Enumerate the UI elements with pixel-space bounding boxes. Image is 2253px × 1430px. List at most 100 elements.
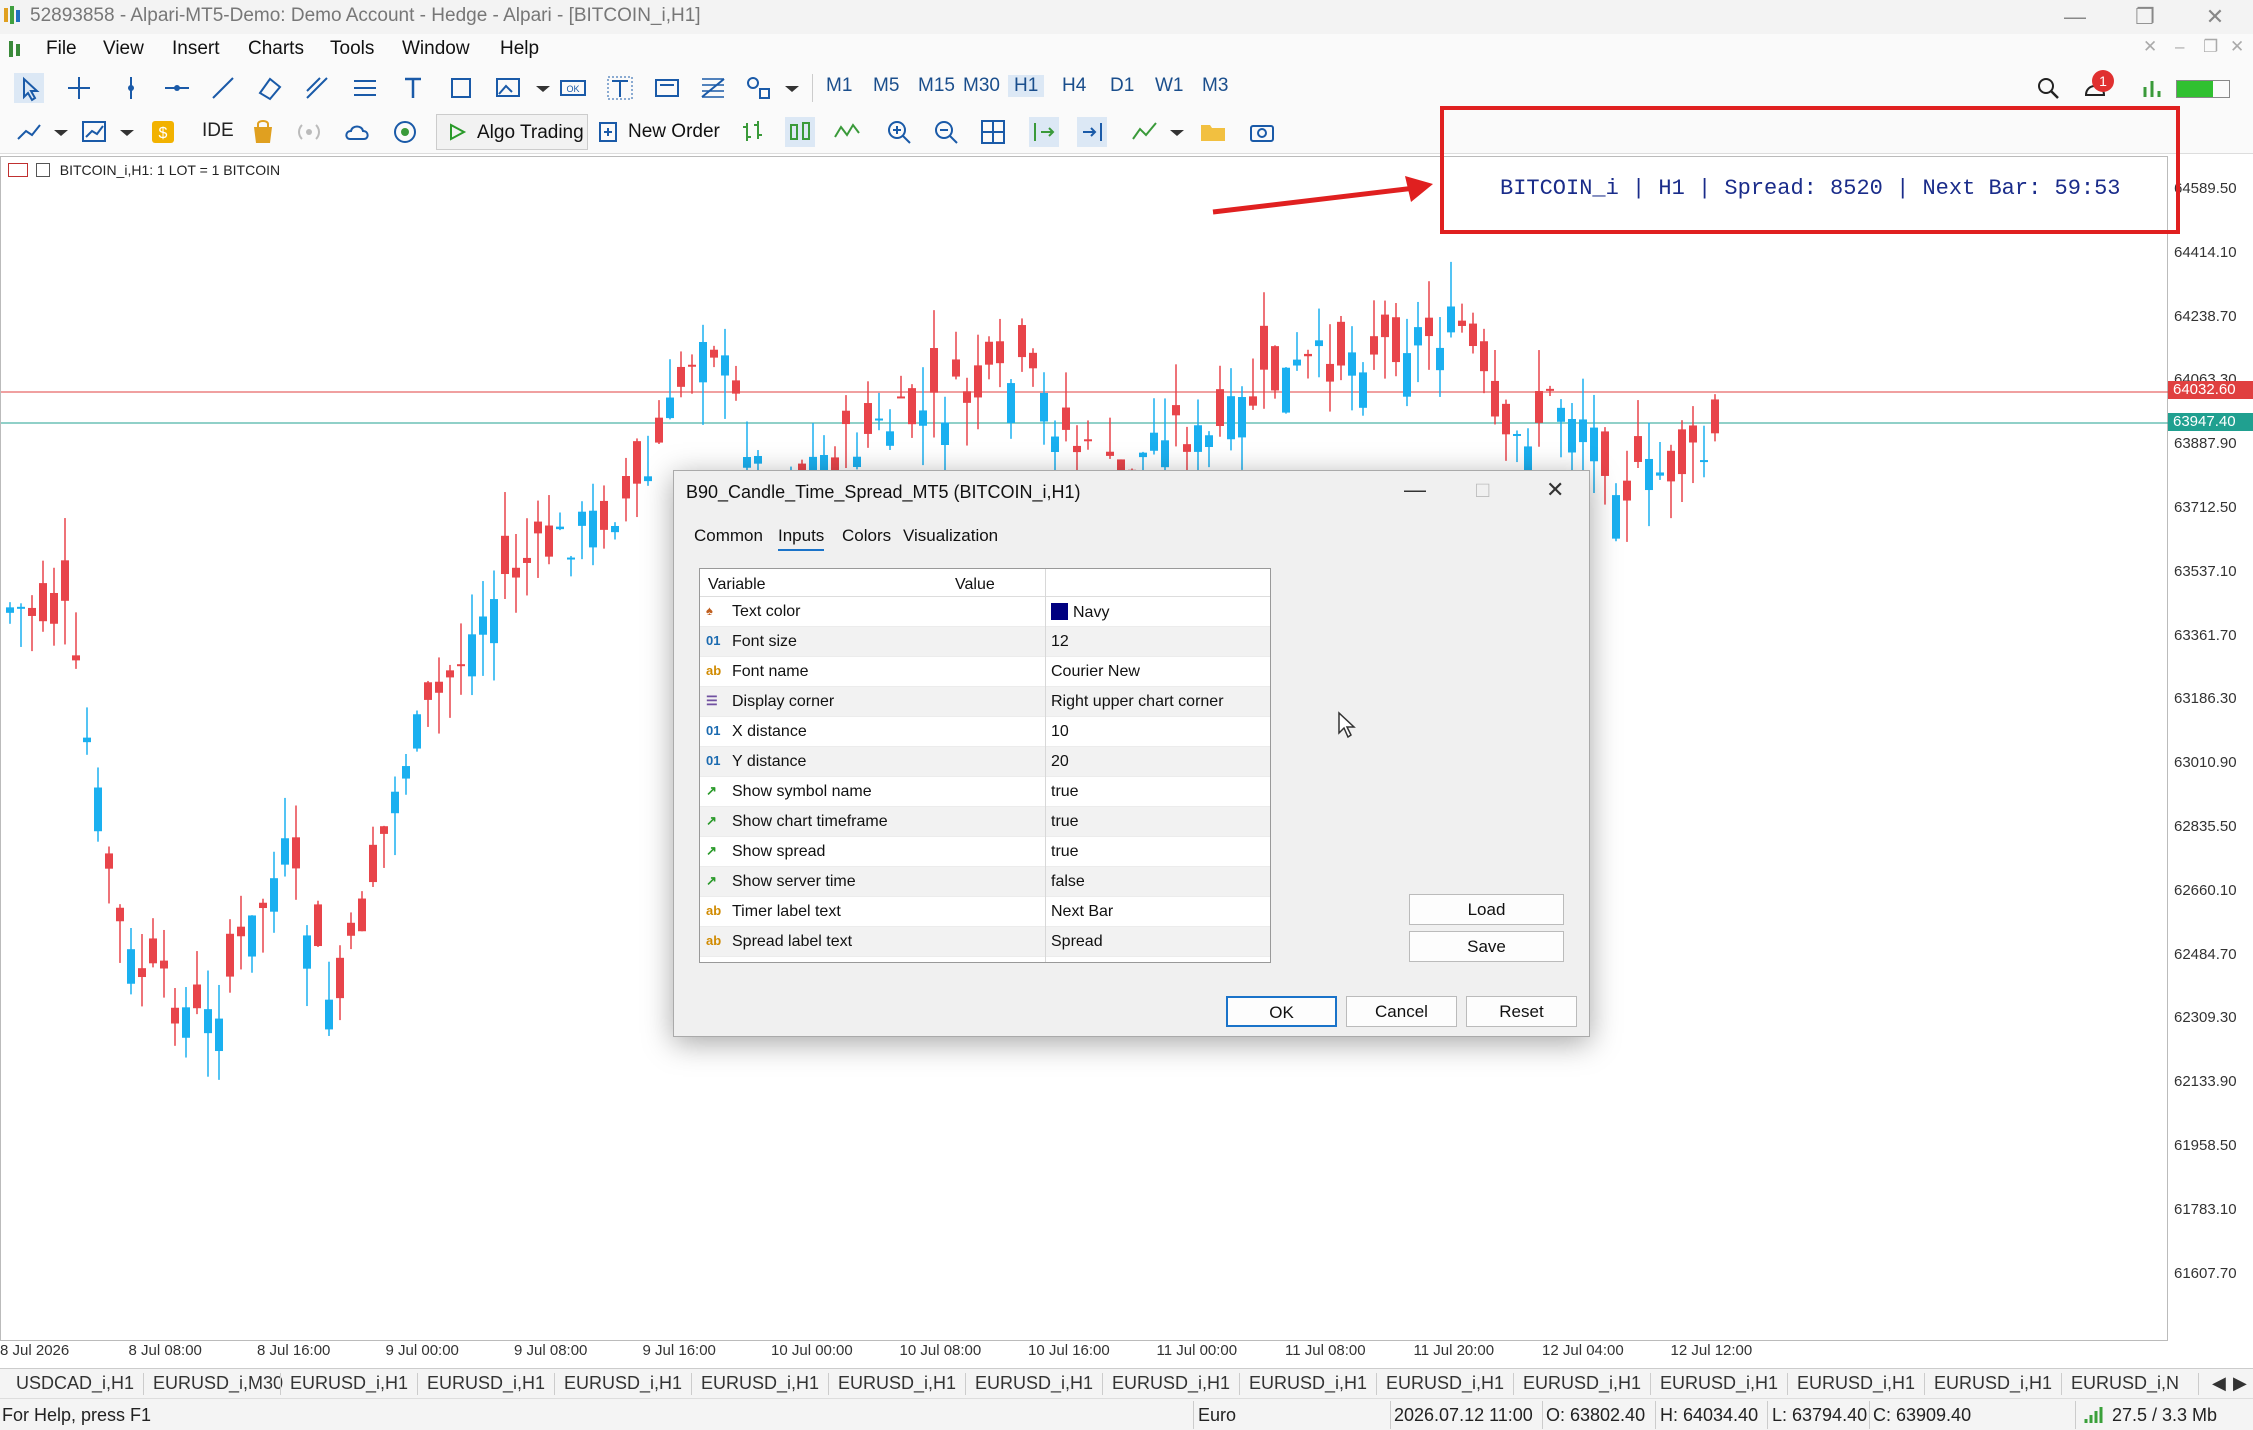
tab-scroll-left-icon[interactable]: ◀	[2212, 1373, 2226, 1394]
timeframe-m15[interactable]: M15	[918, 75, 955, 97]
timeframe-d1[interactable]: D1	[1110, 75, 1134, 97]
input-row[interactable]: ↗ Show server time false	[700, 867, 1270, 897]
price-axis[interactable]: 64589.50 64414.10 64238.70 64063.30 63887.90…	[2168, 156, 2253, 1341]
profile-name[interactable]: Euro	[1198, 1405, 1236, 1426]
chevron-down-icon[interactable]	[1162, 117, 1192, 147]
input-value[interactable]: Next Bar	[1051, 903, 1113, 921]
new-order-button[interactable]: New Order	[596, 114, 720, 150]
shop-icon[interactable]	[248, 117, 278, 147]
text-icon[interactable]	[398, 73, 428, 103]
bar-chart-icon[interactable]	[738, 117, 768, 147]
chart-tab[interactable]: EURUSD_i,H1	[427, 1373, 545, 1394]
input-value[interactable]: true	[1051, 783, 1079, 801]
ide-button[interactable]: IDE	[202, 120, 234, 142]
minimize-icon[interactable]: —	[2055, 2, 2095, 32]
input-value[interactable]: 20	[1051, 753, 1069, 771]
chart-tab[interactable]: EURUSD_i,M30	[153, 1373, 283, 1394]
templates-folder-icon[interactable]	[1198, 117, 1228, 147]
chevron-down-icon[interactable]	[112, 117, 142, 147]
chevron-down-icon[interactable]	[528, 73, 558, 103]
chevron-down-icon[interactable]	[777, 73, 807, 103]
line-chart-icon[interactable]	[832, 117, 862, 147]
vps-cloud-icon[interactable]	[342, 117, 372, 147]
timeframe-m5[interactable]: M5	[873, 75, 899, 97]
image-icon[interactable]	[494, 73, 524, 103]
indicators-icon[interactable]	[14, 117, 44, 147]
cancel-button[interactable]: Cancel	[1346, 996, 1457, 1027]
market-icon[interactable]: $	[148, 117, 178, 147]
menu-window[interactable]: Window	[402, 38, 470, 60]
input-row[interactable]: ↗ Show spread true	[700, 837, 1270, 867]
input-row[interactable]: ☰ Display corner Right upper chart corner	[700, 687, 1270, 717]
input-row[interactable]: ab Spread label text Spread	[700, 927, 1270, 957]
input-value[interactable]: Navy	[1051, 603, 1109, 622]
menu-file[interactable]: File	[46, 38, 77, 60]
chevron-down-icon[interactable]	[46, 117, 76, 147]
tile-windows-icon[interactable]	[978, 117, 1008, 147]
ok-button[interactable]: OK	[1226, 996, 1337, 1027]
crosshair-icon[interactable]	[64, 73, 94, 103]
new-chart-icon[interactable]	[80, 117, 110, 147]
rectangle-label-icon[interactable]	[652, 73, 682, 103]
chart-tab[interactable]: USDCAD_i,H1	[16, 1373, 134, 1394]
input-value[interactable]: Right upper chart corner	[1051, 693, 1224, 711]
channel-icon[interactable]	[255, 73, 285, 103]
input-row[interactable]: ↗ Show chart timeframe true	[700, 807, 1270, 837]
gann-icon[interactable]	[698, 73, 728, 103]
chart-tab[interactable]: EURUSD_i,H1	[975, 1373, 1093, 1394]
timeframe-w1[interactable]: W1	[1155, 75, 1184, 97]
cursor-icon[interactable]	[14, 73, 44, 103]
input-row[interactable]: ↗ Show symbol name true	[700, 777, 1270, 807]
timeframe-m30[interactable]: M30	[963, 75, 1000, 97]
mdi-minimize-icon[interactable]: –	[2175, 37, 2184, 57]
text-label-icon[interactable]	[605, 73, 635, 103]
input-row[interactable]: ab Timer label text Next Bar	[700, 897, 1270, 927]
chart-tab[interactable]: EURUSD_i,H1	[1249, 1373, 1367, 1394]
chart-tab[interactable]: EURUSD_i,N	[2071, 1373, 2179, 1394]
input-value[interactable]: 12	[1051, 633, 1069, 651]
search-icon[interactable]	[2033, 73, 2063, 103]
chart-tab[interactable]: EURUSD_i,H1	[838, 1373, 956, 1394]
tab-common[interactable]: Common	[694, 526, 763, 546]
chart-tab[interactable]: EURUSD_i,H1	[564, 1373, 682, 1394]
dialog-minimize-icon[interactable]: —	[1404, 477, 1426, 503]
autoscroll-icon[interactable]	[1029, 117, 1059, 147]
timeframe-h4[interactable]: H4	[1062, 75, 1086, 97]
menu-view[interactable]: View	[103, 38, 144, 60]
fibonacci-icon[interactable]	[350, 73, 380, 103]
timeframe-m1[interactable]: M1	[826, 75, 852, 97]
chart-tab[interactable]: EURUSD_i,H1	[1934, 1373, 2052, 1394]
indicator-list-icon[interactable]	[1130, 117, 1160, 147]
load-button[interactable]: Load	[1409, 894, 1564, 925]
restore-icon[interactable]: ❐	[2125, 2, 2165, 32]
shapes-icon[interactable]	[446, 73, 476, 103]
signals-icon[interactable]	[294, 117, 324, 147]
timeframe-m3[interactable]: M3	[1202, 75, 1228, 97]
horizontal-line-icon[interactable]	[162, 73, 192, 103]
menu-insert[interactable]: Insert	[172, 38, 220, 60]
tab-scroll-right-icon[interactable]: ▶	[2233, 1373, 2247, 1394]
dialog-close-icon[interactable]: ✕	[1546, 477, 1564, 503]
pitchfork-icon[interactable]	[302, 73, 332, 103]
input-value[interactable]: Courier New	[1051, 663, 1140, 681]
ok-label-icon[interactable]: OK	[558, 73, 588, 103]
objects-icon[interactable]	[744, 73, 774, 103]
zoom-in-icon[interactable]	[884, 117, 914, 147]
community-icon[interactable]	[390, 117, 420, 147]
tab-colors[interactable]: Colors	[842, 526, 891, 546]
mdi-restore-icon[interactable]: ❐	[2203, 37, 2218, 57]
input-value[interactable]: Spread	[1051, 933, 1103, 951]
timeframe-h1[interactable]: H1	[1008, 75, 1045, 97]
input-value[interactable]: true	[1051, 843, 1079, 861]
chart-shift-icon[interactable]	[1077, 117, 1107, 147]
input-row[interactable]: 01 Y distance 20	[700, 747, 1270, 777]
chart-tab[interactable]: EURUSD_i,H1	[1660, 1373, 1778, 1394]
chart-tab[interactable]: EURUSD_i,H1	[1523, 1373, 1641, 1394]
input-value[interactable]: 10	[1051, 723, 1069, 741]
chart-tab[interactable]: EURUSD_i,H1	[1112, 1373, 1230, 1394]
chart-tab[interactable]: EURUSD_i,H1	[1797, 1373, 1915, 1394]
mdi-pin-icon[interactable]: ✕	[2143, 37, 2157, 57]
zoom-out-icon[interactable]	[931, 117, 961, 147]
mdi-close-icon[interactable]: ✕	[2230, 37, 2244, 57]
tab-inputs[interactable]: Inputs	[778, 526, 825, 551]
